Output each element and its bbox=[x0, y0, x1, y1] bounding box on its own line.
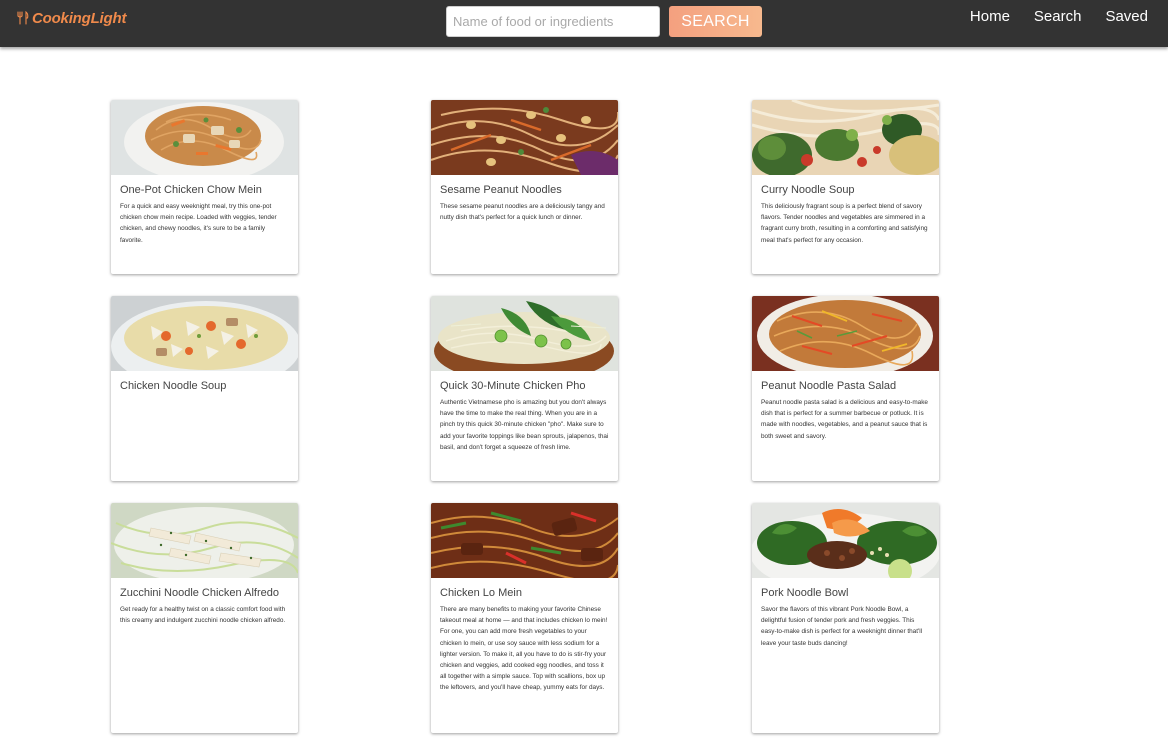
recipe-title[interactable]: Pork Noodle Bowl bbox=[761, 587, 930, 600]
recipe-card[interactable]: Sesame Peanut Noodles These sesame peanu… bbox=[431, 100, 618, 274]
recipe-image[interactable] bbox=[111, 296, 298, 371]
recipe-title[interactable]: Peanut Noodle Pasta Salad bbox=[761, 380, 930, 393]
recipe-title[interactable]: Quick 30-Minute Chicken Pho bbox=[440, 380, 609, 393]
recipe-card[interactable]: Chicken Noodle Soup bbox=[111, 296, 298, 481]
recipe-title[interactable]: One-Pot Chicken Chow Mein bbox=[120, 184, 289, 197]
recipe-title[interactable]: Curry Noodle Soup bbox=[761, 184, 930, 197]
recipe-image[interactable] bbox=[431, 100, 618, 175]
recipe-description: There are many benefits to making your f… bbox=[440, 606, 608, 692]
search-input[interactable] bbox=[446, 6, 660, 37]
main-nav: Home Search Saved bbox=[970, 8, 1148, 26]
recipe-description: Get ready for a healthy twist on a class… bbox=[120, 606, 286, 625]
recipe-description: Savor the flavors of this vibrant Pork N… bbox=[761, 606, 923, 647]
nav-search-link[interactable]: Search bbox=[1034, 8, 1082, 26]
recipe-image[interactable] bbox=[752, 100, 939, 175]
recipe-description: Peanut noodle pasta salad is a delicious… bbox=[761, 399, 928, 440]
recipe-title[interactable]: Zucchini Noodle Chicken Alfredo bbox=[120, 587, 289, 600]
fork-knife-icon bbox=[17, 11, 29, 25]
brand-logo[interactable]: CookingLight bbox=[16, 8, 126, 28]
nav-home-link[interactable]: Home bbox=[970, 8, 1010, 26]
nav-saved-link[interactable]: Saved bbox=[1105, 8, 1148, 26]
recipe-image[interactable] bbox=[111, 503, 298, 578]
recipe-title[interactable]: Chicken Lo Mein bbox=[440, 587, 609, 600]
recipe-card[interactable]: Pork Noodle Bowl Savor the flavors of th… bbox=[752, 503, 939, 733]
recipe-description: This deliciously fragrant soup is a perf… bbox=[761, 203, 928, 244]
recipe-image[interactable] bbox=[752, 296, 939, 371]
recipe-title[interactable]: Sesame Peanut Noodles bbox=[440, 184, 609, 197]
recipe-card[interactable]: One-Pot Chicken Chow Mein For a quick an… bbox=[111, 100, 298, 274]
recipe-card[interactable]: Peanut Noodle Pasta Salad Peanut noodle … bbox=[752, 296, 939, 481]
recipe-image[interactable] bbox=[752, 503, 939, 578]
recipe-card[interactable]: Zucchini Noodle Chicken Alfredo Get read… bbox=[111, 503, 298, 733]
recipe-image[interactable] bbox=[111, 100, 298, 175]
recipe-title[interactable]: Chicken Noodle Soup bbox=[120, 380, 289, 393]
recipe-card[interactable]: Quick 30-Minute Chicken Pho Authentic Vi… bbox=[431, 296, 618, 481]
recipe-description: For a quick and easy weeknight meal, try… bbox=[120, 203, 277, 244]
search-button[interactable]: SEARCH bbox=[669, 6, 762, 37]
recipe-description: These sesame peanut noodles are a delici… bbox=[440, 203, 605, 222]
recipe-description: Authentic Vietnamese pho is amazing but … bbox=[440, 399, 609, 451]
recipe-card[interactable]: Chicken Lo Mein There are many benefits … bbox=[431, 503, 618, 733]
recipe-image[interactable] bbox=[431, 503, 618, 578]
recipe-card[interactable]: Curry Noodle Soup This deliciously fragr… bbox=[752, 100, 939, 274]
top-navbar: CookingLight SEARCH Home Search Saved bbox=[0, 0, 1168, 47]
recipe-image[interactable] bbox=[431, 296, 618, 371]
brand-name: CookingLight bbox=[32, 9, 127, 27]
